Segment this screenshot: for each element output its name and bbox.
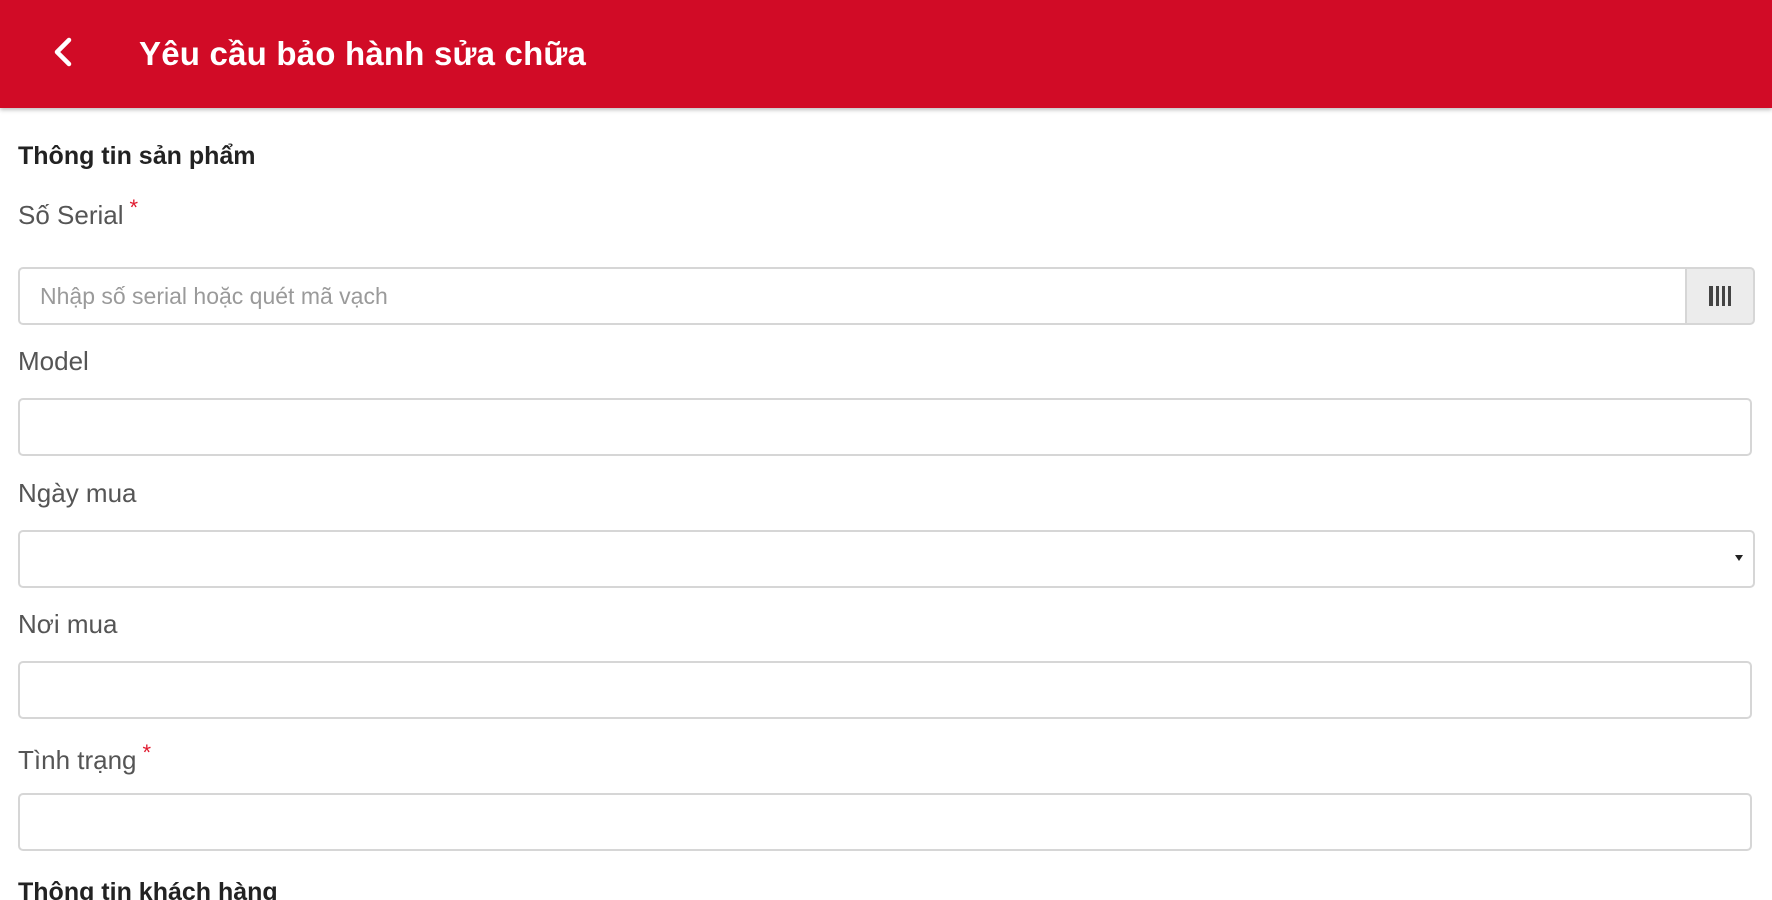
section-title-product: Thông tin sản phẩm bbox=[18, 142, 256, 170]
caret-down-icon bbox=[1735, 555, 1743, 561]
back-button[interactable] bbox=[36, 24, 90, 80]
barcode-icon bbox=[1709, 286, 1731, 306]
serial-input[interactable] bbox=[18, 267, 1685, 325]
section-title-customer: Thông tin khách hàng bbox=[18, 878, 278, 900]
condition-input[interactable] bbox=[18, 793, 1752, 851]
model-label: Model bbox=[18, 346, 89, 376]
condition-label-text: Tình trạng bbox=[18, 745, 137, 775]
purchase-place-label: Nơi mua bbox=[18, 609, 118, 639]
required-mark: * bbox=[142, 740, 152, 765]
serial-label-text: Số Serial bbox=[18, 200, 124, 230]
condition-label: Tình trạng * bbox=[18, 740, 151, 776]
purchase-place-input[interactable] bbox=[18, 661, 1752, 719]
purchase-date-select[interactable] bbox=[18, 530, 1755, 588]
serial-label: Số Serial * bbox=[18, 195, 138, 231]
required-mark: * bbox=[129, 195, 139, 220]
page-title: Yêu cầu bảo hành sửa chữa bbox=[139, 35, 587, 72]
scan-barcode-button[interactable] bbox=[1685, 267, 1755, 325]
serial-input-group bbox=[18, 267, 1755, 325]
chevron-left-icon bbox=[54, 37, 72, 67]
app-bar: Yêu cầu bảo hành sửa chữa bbox=[0, 0, 1772, 108]
model-input[interactable] bbox=[18, 398, 1752, 456]
purchase-date-label: Ngày mua bbox=[18, 478, 137, 508]
form-content: Thông tin sản phẩm Số Serial* Model Ngày… bbox=[0, 108, 1772, 900]
